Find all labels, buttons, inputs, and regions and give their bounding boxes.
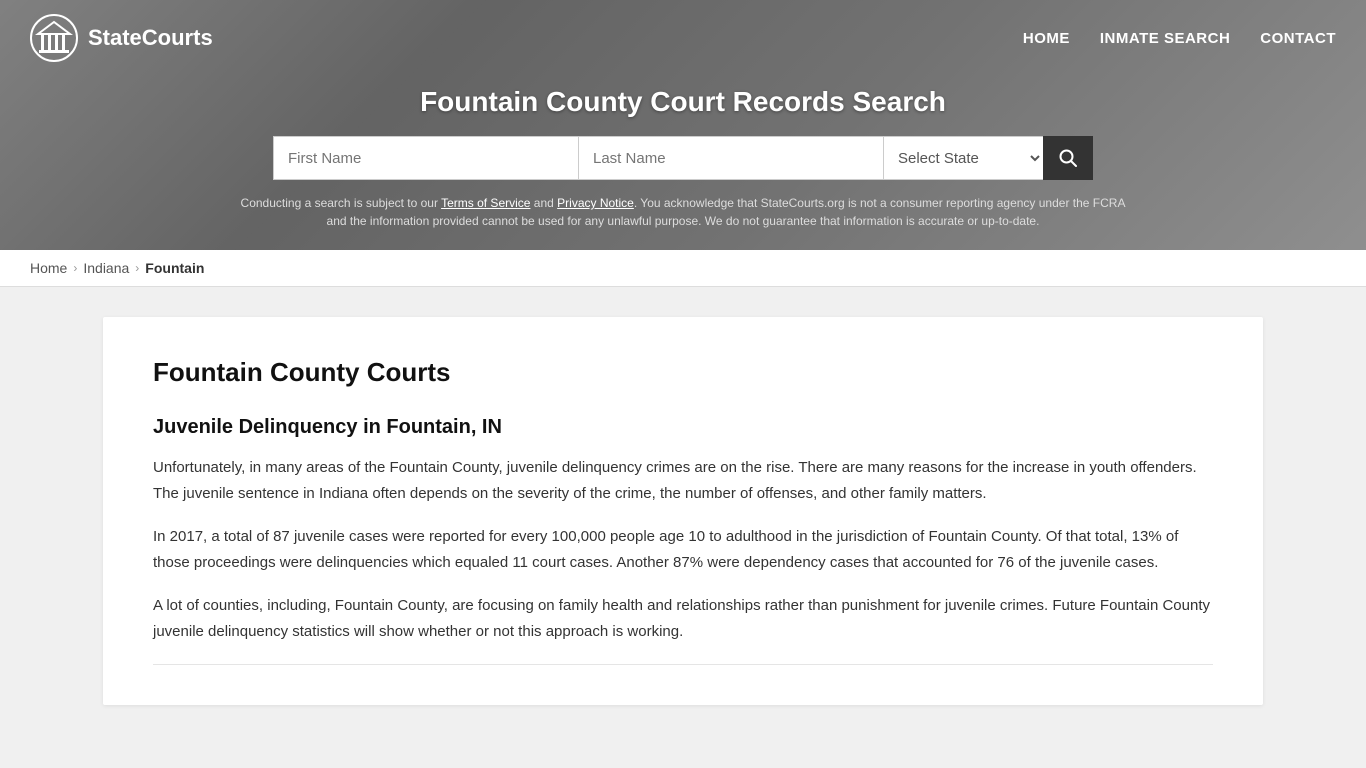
site-header: StateCourts HOME INMATE SEARCH CONTACT F… — [0, 0, 1366, 250]
logo-icon — [30, 14, 78, 62]
disclaimer-text: Conducting a search is subject to our Te… — [233, 194, 1133, 230]
paragraph-3: A lot of counties, including, Fountain C… — [153, 593, 1213, 644]
page-title: Fountain County Courts — [153, 357, 1213, 388]
paragraph-2: In 2017, a total of 87 juvenile cases we… — [153, 524, 1213, 575]
search-button[interactable] — [1043, 136, 1093, 180]
state-select[interactable]: Select State Alabama Alaska Arizona Arka… — [883, 136, 1043, 180]
logo-text: StateCourts — [88, 25, 213, 51]
section1-heading: Juvenile Delinquency in Fountain, IN — [153, 416, 1213, 439]
breadcrumb: Home › Indiana › Fountain — [0, 250, 1366, 287]
content-divider — [153, 664, 1213, 665]
last-name-input[interactable] — [578, 136, 883, 180]
navbar: StateCourts HOME INMATE SEARCH CONTACT — [0, 0, 1366, 76]
nav-home[interactable]: HOME — [1023, 30, 1070, 47]
breadcrumb-county: Fountain — [145, 260, 204, 276]
nav-links: HOME INMATE SEARCH CONTACT — [1023, 30, 1336, 47]
breadcrumb-sep-1: › — [73, 261, 77, 275]
breadcrumb-sep-2: › — [135, 261, 139, 275]
search-title: Fountain County Court Records Search — [20, 86, 1346, 118]
main-content: Fountain County Courts Juvenile Delinque… — [0, 287, 1366, 735]
paragraph-1: Unfortunately, in many areas of the Foun… — [153, 455, 1213, 506]
privacy-link[interactable]: Privacy Notice — [557, 196, 634, 210]
search-bar: Select State Alabama Alaska Arizona Arka… — [273, 136, 1093, 180]
search-icon — [1059, 149, 1077, 167]
first-name-input[interactable] — [273, 136, 578, 180]
nav-contact[interactable]: CONTACT — [1260, 30, 1336, 47]
nav-inmate-search[interactable]: INMATE SEARCH — [1100, 30, 1230, 47]
breadcrumb-state[interactable]: Indiana — [83, 260, 129, 276]
site-logo[interactable]: StateCourts — [30, 14, 213, 62]
breadcrumb-home[interactable]: Home — [30, 260, 67, 276]
terms-link[interactable]: Terms of Service — [441, 196, 530, 210]
search-section: Fountain County Court Records Search Sel… — [0, 76, 1366, 250]
content-card: Fountain County Courts Juvenile Delinque… — [103, 317, 1263, 705]
